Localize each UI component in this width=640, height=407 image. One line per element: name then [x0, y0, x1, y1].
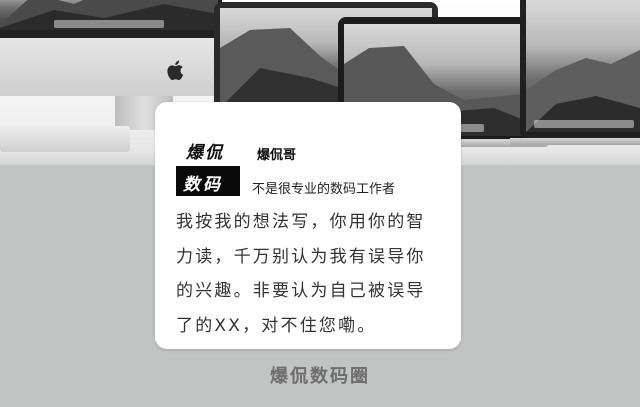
- disclaimer-line: 了的XX，对不住您嘞。: [176, 315, 377, 336]
- author-description: 不是很专业的数码工作者: [252, 182, 396, 197]
- apple-logo-icon: [167, 60, 184, 81]
- disclaimer-line: 的兴趣。非要认为自己被误导: [176, 281, 426, 301]
- display-screen: [526, 0, 640, 132]
- mac-mini: [0, 126, 130, 152]
- author-intro-card: 爆侃 数码 爆侃哥 不是很专业的数码工作者 我按我的想法写，你用你的智 力读，千…: [155, 102, 461, 349]
- disclaimer-text: 我按我的想法写，你用你的智 力读，千万别认为我有误导你 的兴趣。非要认为自己被误…: [176, 205, 446, 343]
- disclaimer-line: 力读，千万别认为我有误导你: [176, 246, 426, 267]
- logo-text-bottom: 数码: [183, 175, 223, 195]
- display-base: [510, 138, 640, 145]
- disclaimer-line: 我按我的想法写，你用你的智: [176, 212, 426, 232]
- author-name: 爆侃哥: [257, 148, 297, 163]
- footer-caption: 爆侃数码圈: [270, 366, 370, 387]
- logo-text-top: 爆侃: [186, 143, 224, 163]
- imac-chin: [0, 38, 222, 96]
- imac-screen: [0, 0, 218, 30]
